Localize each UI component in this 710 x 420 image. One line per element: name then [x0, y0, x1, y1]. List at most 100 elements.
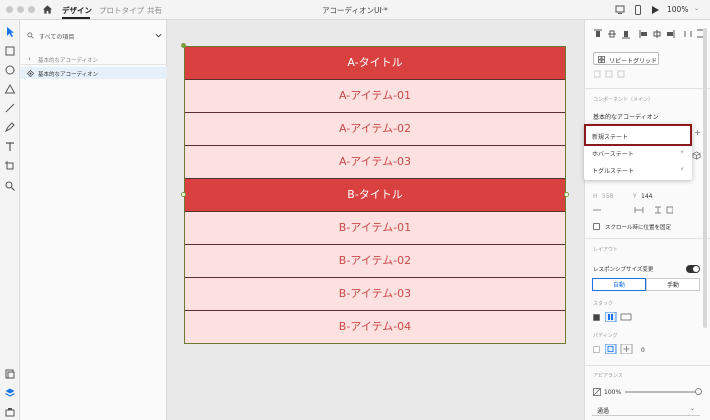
- selection-handle[interactable]: [564, 192, 569, 197]
- zoom-level[interactable]: 100%: [667, 5, 688, 14]
- grid-icon: [598, 56, 605, 63]
- accordion-item[interactable]: B-アイテム-03: [185, 278, 565, 311]
- accordion-title-b[interactable]: B-タイトル: [185, 179, 565, 212]
- padding-checkbox[interactable]: [593, 346, 600, 353]
- padding-label: パディング: [593, 333, 618, 339]
- align-right-icon[interactable]: [666, 28, 676, 40]
- add-state-button[interactable]: +: [693, 127, 702, 138]
- search-input[interactable]: すべての項目: [39, 32, 74, 41]
- accordion-component[interactable]: A-タイトル A-アイテム-01 A-アイテム-02 A-アイテム-03 B-タ…: [184, 46, 566, 344]
- stack-direction-icon[interactable]: [605, 312, 633, 322]
- layer-item-accordion[interactable]: 基本的なアコーディオン: [20, 67, 167, 79]
- h-field[interactable]: 558: [602, 193, 613, 200]
- padding-mode-icon[interactable]: [605, 344, 633, 354]
- auto-button[interactable]: 自動: [592, 278, 646, 291]
- tab-prototype[interactable]: プロトタイプ: [99, 5, 144, 16]
- padding-field[interactable]: 0: [641, 347, 645, 354]
- artboard-tool-icon[interactable]: [4, 160, 16, 172]
- repeat-grid-label: リピートグリッド: [609, 57, 658, 65]
- fix-scroll-checkbox[interactable]: [593, 223, 600, 230]
- component-name: 基本的なアコーディオン: [593, 114, 659, 121]
- align-top-icon[interactable]: [593, 28, 603, 40]
- selection-handle[interactable]: [181, 43, 186, 48]
- zoom-tool-icon[interactable]: [4, 180, 16, 192]
- select-tool-icon[interactable]: [4, 26, 16, 38]
- cube-icon[interactable]: [692, 151, 701, 160]
- opacity-slider[interactable]: [625, 391, 700, 393]
- state-hover[interactable]: ホバーステート: [592, 149, 634, 158]
- ellipse-tool-icon[interactable]: [4, 64, 16, 76]
- responsive-toggle[interactable]: [686, 265, 700, 273]
- inspector-scrollbar[interactable]: [703, 28, 707, 328]
- lightning-icon: ⚡︎: [680, 166, 685, 173]
- window-minimize-button[interactable]: [17, 6, 24, 13]
- mobile-preview-icon[interactable]: [632, 4, 644, 16]
- play-icon[interactable]: [649, 4, 661, 16]
- h-label: H: [593, 193, 598, 200]
- repeat-grid-button[interactable]: リピートグリッド: [593, 52, 659, 65]
- design-canvas[interactable]: A-タイトル A-アイテム-01 A-アイテム-02 A-アイテム-03 B-タ…: [167, 20, 584, 420]
- home-icon[interactable]: [42, 4, 53, 15]
- divider: [585, 88, 710, 89]
- opacity-slider-handle[interactable]: [695, 388, 702, 395]
- component-icon: [27, 70, 34, 77]
- chevron-down-icon[interactable]: [155, 32, 162, 39]
- accordion-title-a[interactable]: A-タイトル: [185, 47, 565, 80]
- stack-label: スタック: [593, 301, 614, 307]
- layout-section-label: レイアウト: [593, 247, 619, 253]
- highlight-frame: [584, 124, 692, 146]
- breadcrumb[interactable]: 基本的なアコーディオン: [38, 56, 98, 64]
- boolean-ops-icon[interactable]: [594, 70, 634, 78]
- plugins-icon[interactable]: [4, 406, 16, 418]
- tab-design[interactable]: デザイン: [62, 5, 92, 16]
- y-field[interactable]: 144: [641, 193, 652, 200]
- align-left-icon[interactable]: [638, 28, 648, 40]
- distribute-horizontal-icon[interactable]: [683, 28, 693, 40]
- search-icon: [27, 32, 34, 39]
- fix-scroll-label: スクロール時に位置を固定: [605, 225, 672, 231]
- polygon-tool-icon[interactable]: [4, 83, 16, 95]
- window-close-button[interactable]: [6, 6, 13, 13]
- back-chevron-icon[interactable]: ‹: [28, 55, 31, 63]
- preview-desktop-icon[interactable]: [614, 4, 626, 16]
- appearance-label: アピアランス: [593, 373, 623, 379]
- layers-panel: すべての項目 ‹ 基本的なアコーディオン 基本的なアコーディオン: [20, 20, 167, 420]
- manual-button[interactable]: 手動: [646, 278, 700, 291]
- window-zoom-button[interactable]: [28, 6, 35, 13]
- selection-handle[interactable]: [181, 192, 186, 197]
- rectangle-tool-icon[interactable]: [4, 45, 16, 57]
- chevron-down-icon[interactable]: ⌄: [380, 5, 385, 12]
- chevron-down-icon[interactable]: ⌄: [694, 5, 699, 12]
- accordion-item[interactable]: B-アイテム-02: [185, 245, 565, 278]
- opacity-field[interactable]: 100%: [604, 389, 621, 396]
- align-center-icon[interactable]: [652, 28, 662, 40]
- accordion-item[interactable]: A-アイテム-02: [185, 113, 565, 146]
- layer-search[interactable]: すべての項目: [20, 28, 167, 44]
- align-middle-icon[interactable]: [607, 28, 617, 40]
- top-bar: デザイン プロトタイプ 共有 アコーディオンUI * ⌄ 100% ⌄: [0, 0, 710, 20]
- accordion-item[interactable]: B-アイテム-04: [185, 311, 565, 343]
- blend-mode-select[interactable]: 通過 ⌄: [592, 404, 700, 416]
- transform-controls-icon[interactable]: [593, 206, 673, 214]
- layers-icon[interactable]: [4, 387, 16, 399]
- pen-tool-icon[interactable]: [4, 121, 16, 133]
- accordion-item[interactable]: B-アイテム-01: [185, 212, 565, 245]
- opacity-icon: [593, 388, 601, 396]
- active-tab-indicator: [62, 17, 90, 19]
- align-bottom-icon[interactable]: [621, 28, 631, 40]
- line-tool-icon[interactable]: [4, 102, 16, 114]
- assets-icon[interactable]: [4, 368, 16, 380]
- tab-share[interactable]: 共有: [147, 5, 162, 16]
- layer-item-label: 基本的なアコーディオン: [38, 72, 99, 78]
- document-title[interactable]: アコーディオンUI *: [322, 5, 388, 16]
- accordion-item[interactable]: A-アイテム-03: [185, 146, 565, 179]
- text-tool-icon[interactable]: [4, 141, 16, 153]
- blend-mode-value: 通過: [597, 408, 610, 415]
- component-section-label: コンポーネント（メイン）: [593, 97, 654, 103]
- responsive-resize-label: レスポンシブサイズ変更: [593, 267, 654, 273]
- divider: [585, 365, 710, 366]
- stack-checkbox[interactable]: [593, 314, 600, 321]
- state-toggle[interactable]: トグルステート: [592, 166, 634, 175]
- property-inspector: リピートグリッド コンポーネント（メイン） 基本的なアコーディオン H 558 …: [584, 20, 710, 420]
- accordion-item[interactable]: A-アイテム-01: [185, 80, 565, 113]
